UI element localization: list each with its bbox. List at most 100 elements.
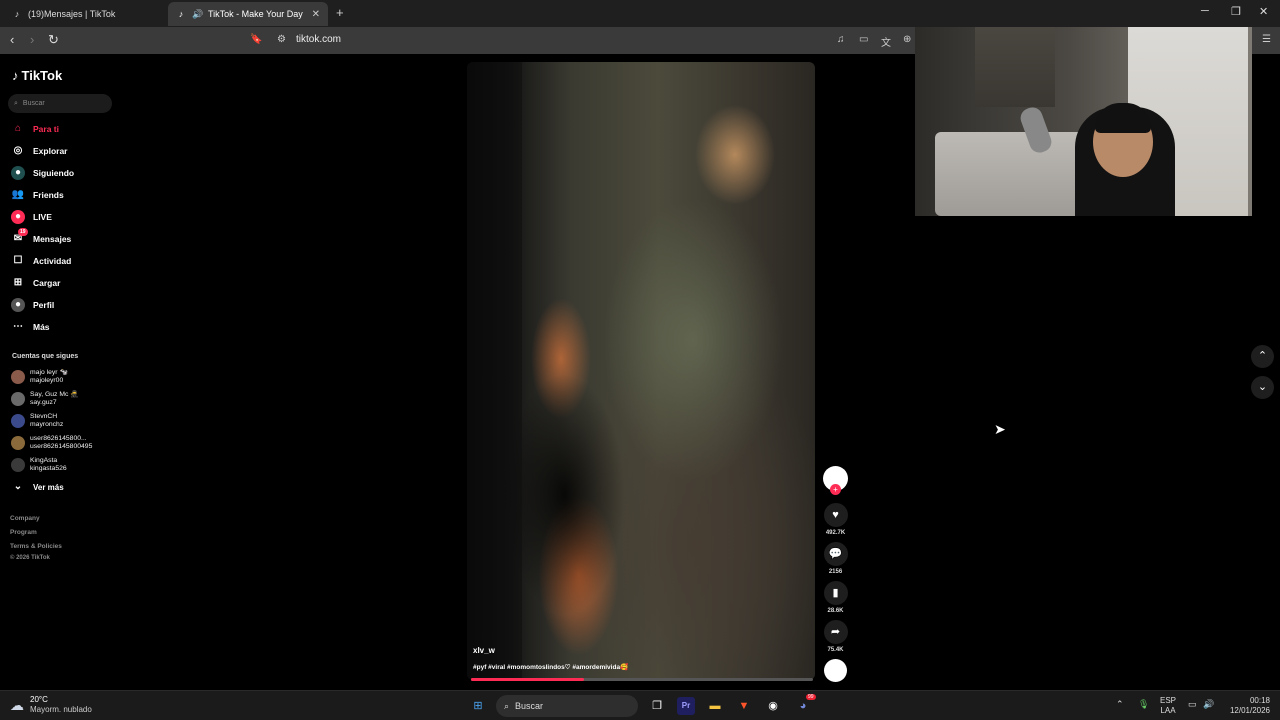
cloud-icon: ☁	[10, 696, 24, 713]
save-action[interactable]: ▮ 28.6K	[823, 581, 848, 614]
url-field[interactable]: tiktok.com	[296, 34, 341, 45]
back-icon[interactable]: ‹	[10, 32, 14, 47]
minimize-icon[interactable]: ─	[1201, 5, 1209, 17]
clock[interactable]: 00:18 12/01/2026	[1224, 696, 1270, 716]
network-icon[interactable]: ▭	[1188, 699, 1197, 709]
avatar	[11, 436, 25, 450]
footer-company[interactable]: Company	[10, 515, 40, 522]
like-count: 492.7K	[825, 530, 846, 536]
nav-mas[interactable]: ⋯ Más	[11, 319, 50, 335]
tray-chevron-up-icon[interactable]: ⌃	[1116, 699, 1124, 709]
tiktok-favicon-icon: ♪	[178, 9, 184, 19]
nav-label: Para ti	[33, 124, 59, 134]
share-icon[interactable]: ➦	[823, 620, 848, 644]
nav-label: Más	[33, 322, 50, 332]
avatar	[11, 370, 25, 384]
bookmark-icon[interactable]: ▮	[823, 581, 848, 605]
forward-icon[interactable]: ›	[30, 32, 34, 47]
nav-actividad[interactable]: ☐ Actividad	[11, 253, 72, 269]
cast-icon[interactable]: ▭	[859, 34, 868, 45]
mouse-cursor-icon: ➤	[994, 421, 1006, 437]
search-icon: ⌕	[14, 99, 18, 107]
more-icon: ⋯	[13, 321, 23, 332]
following-account[interactable]: Say, Guz Mc 🥷 say.guz7	[11, 391, 79, 407]
search-placeholder: Buscar	[22, 100, 45, 107]
tab-tiktok-active[interactable]: ♪ 🔊 TikTok - Make Your Day ✕	[168, 2, 328, 26]
taskbar-search[interactable]: ⌕ Buscar	[496, 695, 638, 717]
following-section-title: Cuentas que sigues	[12, 353, 79, 360]
search-icon: ⌕	[504, 700, 510, 711]
nav-para-ti[interactable]: ⌂ Para ti	[11, 121, 59, 137]
like-action[interactable]: ♥ 492.7K	[823, 503, 848, 536]
speaker-icon[interactable]: 🔊	[192, 9, 203, 19]
nav-label: Explorar	[33, 146, 68, 156]
video-progress-bar[interactable]	[471, 678, 813, 681]
video-caption: #pyf #viral #momomtoslindos♡ #amordemivi…	[473, 664, 629, 671]
microphone-icon[interactable]: 🎙	[1138, 699, 1149, 709]
video-player[interactable]	[467, 62, 815, 680]
nav-explorar[interactable]: ◎ Explorar	[11, 143, 68, 159]
previous-video-button[interactable]: ⌃	[1251, 345, 1274, 368]
avatar	[11, 392, 25, 406]
translate-icon[interactable]: 文	[881, 34, 891, 49]
comment-action[interactable]: 💬 2156	[823, 542, 848, 575]
nav-label: Mensajes	[33, 234, 72, 244]
music-disc-icon[interactable]	[824, 659, 847, 682]
nav-perfil[interactable]: ● Perfil	[11, 297, 54, 313]
profile-icon: ●	[11, 298, 25, 312]
discord-badge: 99	[806, 694, 816, 700]
close-window-icon[interactable]: ✕	[1259, 5, 1268, 18]
comment-icon[interactable]: 💬	[823, 542, 848, 566]
volume-icon[interactable]: 🔊	[1203, 699, 1214, 709]
chevron-down-icon: ⌄	[13, 481, 23, 492]
follow-plus-icon[interactable]: +	[830, 484, 841, 495]
close-tab-icon[interactable]: ✕	[312, 9, 320, 20]
nav-live[interactable]: ● LIVE	[11, 209, 52, 225]
file-explorer-icon[interactable]: ▬	[706, 697, 724, 715]
footer-program[interactable]: Program	[10, 529, 37, 536]
premiere-icon[interactable]: Pr	[677, 697, 695, 715]
messages-badge: 19	[18, 228, 28, 236]
avatar	[11, 414, 25, 428]
tiktok-logo[interactable]: ♪ TikTok	[12, 68, 62, 83]
tiktok-favicon-icon: ♪	[14, 9, 20, 19]
site-info-icon[interactable]: ⚙	[277, 34, 286, 45]
nav-label: Friends	[33, 190, 64, 200]
brave-icon[interactable]: ▼	[735, 697, 753, 715]
share-action[interactable]: ➦ 75.4K	[823, 620, 848, 653]
windows-taskbar: ☁ 20°C Mayorm. nublado ⊞ ⌕ Buscar ❐ Pr ▬…	[0, 690, 1280, 720]
new-tab-button[interactable]: +	[336, 5, 344, 20]
account-handle: user8626145800495	[30, 443, 93, 450]
tab-mensajes[interactable]: ♪ (19)Mensajes | TikTok	[4, 2, 164, 26]
following-account[interactable]: user8626145800... user8626145800495	[11, 435, 92, 451]
reload-icon[interactable]: ↻	[48, 32, 59, 48]
task-view-icon[interactable]: ❐	[648, 697, 666, 715]
restore-icon[interactable]: ❐	[1231, 5, 1241, 18]
footer-terms[interactable]: Terms & Policies	[10, 543, 62, 550]
weather-widget[interactable]: ☁ 20°C Mayorm. nublado	[10, 695, 92, 715]
following-account[interactable]: KingAsta kingasta526	[11, 457, 67, 473]
tab-title: TikTok - Make Your Day	[208, 9, 303, 19]
video-progress-fill	[471, 678, 584, 681]
language-indicator[interactable]: ESP LAA	[1160, 696, 1176, 716]
see-more-button[interactable]: ⌄ Ver más	[11, 479, 64, 495]
bookmark-icon[interactable]: 🔖	[250, 34, 262, 45]
zoom-icon[interactable]: ⊕	[903, 34, 911, 45]
windows-start-icon[interactable]: ⊞	[469, 697, 487, 715]
search-input[interactable]: ⌕ Buscar	[8, 94, 112, 113]
share-count: 75.4K	[827, 647, 844, 653]
heart-icon[interactable]: ♥	[823, 503, 848, 527]
media-icon[interactable]: ♫	[837, 34, 845, 45]
nav-friends[interactable]: 👥 Friends	[11, 187, 64, 203]
next-video-button[interactable]: ⌄	[1251, 376, 1274, 399]
account-name: StevnCH	[30, 413, 58, 420]
nav-cargar[interactable]: ⊞ Cargar	[11, 275, 61, 291]
steam-icon[interactable]: ◉	[764, 697, 782, 715]
nav-mensajes[interactable]: ✉ 19 Mensajes	[11, 228, 72, 247]
nav-siguiendo[interactable]: ● Siguiendo	[11, 165, 74, 181]
following-account[interactable]: majo leyr 🐄 majoleyr00	[11, 369, 68, 385]
following-account[interactable]: StevnCH mayronchz	[11, 413, 63, 429]
nav-label: Cargar	[33, 278, 61, 288]
menu-icon[interactable]: ☰	[1262, 34, 1271, 45]
video-username[interactable]: xlv_w	[473, 646, 495, 655]
